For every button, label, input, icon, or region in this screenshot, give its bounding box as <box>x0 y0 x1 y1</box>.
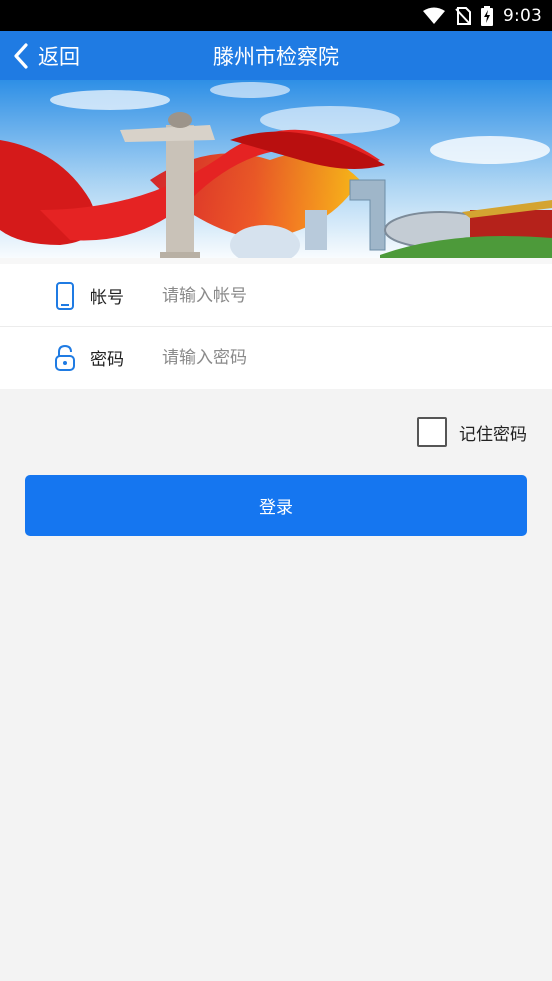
phone-icon <box>56 282 74 310</box>
chevron-left-icon <box>14 42 28 69</box>
account-row: 帐号 <box>0 264 552 327</box>
banner-image <box>0 80 552 264</box>
no-sim-icon <box>455 7 472 25</box>
remember-label: 记住密码 <box>459 424 527 445</box>
status-bar: 9:03 <box>0 0 552 31</box>
banner-illustration <box>0 80 552 264</box>
status-time: 9:03 <box>503 6 542 26</box>
back-label: 返回 <box>38 44 80 69</box>
app-bar: 返回 滕州市检察院 <box>0 31 552 80</box>
page-title: 滕州市检察院 <box>213 44 339 69</box>
status-icons: 9:03 <box>423 4 542 28</box>
password-input[interactable] <box>160 337 524 379</box>
lock-icon <box>55 344 75 371</box>
login-form: 帐号 密码 <box>0 264 552 389</box>
account-input[interactable] <box>160 275 524 317</box>
account-label: 帐号 <box>90 287 124 308</box>
back-button[interactable]: 返回 <box>10 31 80 80</box>
password-row: 密码 <box>0 326 552 388</box>
login-button[interactable]: 登录 <box>25 475 527 536</box>
wifi-icon <box>423 7 446 24</box>
remember-checkbox[interactable] <box>417 417 447 447</box>
remember-password-option[interactable]: 记住密码 <box>417 415 527 449</box>
battery-charging-icon <box>481 6 494 26</box>
password-label: 密码 <box>90 349 124 370</box>
